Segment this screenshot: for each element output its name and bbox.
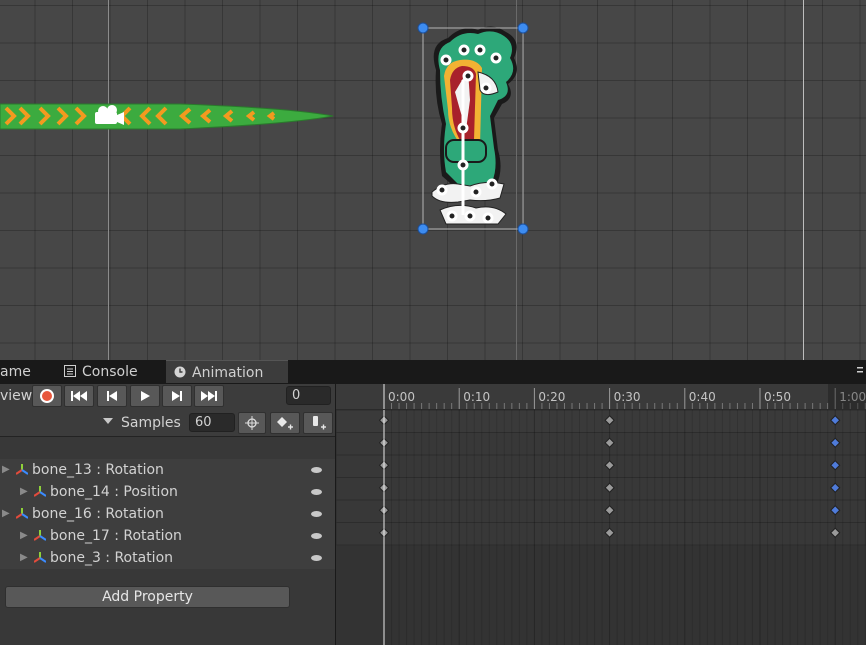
- crosshair-icon: [245, 416, 259, 430]
- tick-label: 0:10: [463, 390, 491, 404]
- panel-menu-icon[interactable]: [856, 363, 864, 379]
- record-icon: [40, 389, 54, 403]
- clock-icon: [174, 366, 186, 378]
- animation-toolbar: view 0: [0, 384, 336, 410]
- tail-sprite[interactable]: [0, 103, 334, 130]
- bone-transform-icon: [16, 508, 28, 519]
- property-row[interactable]: ▶ bone_17 : Rotation: [0, 525, 335, 547]
- tab-console[interactable]: Console: [64, 360, 160, 384]
- bone-transform-icon: [34, 486, 46, 497]
- tick-label: 0:20: [538, 390, 566, 404]
- timeline-end-shade: [828, 384, 866, 409]
- tick-label: 0:50: [764, 390, 791, 404]
- bone-transform-icon: [34, 530, 46, 541]
- expand-arrow-icon[interactable]: ▶: [20, 547, 28, 569]
- tab-game-label: ame: [0, 364, 31, 380]
- expand-arrow-icon[interactable]: ▶: [20, 525, 28, 547]
- samples-input[interactable]: 60: [189, 413, 235, 432]
- visibility-dot-icon[interactable]: [311, 511, 322, 517]
- last-keyframe-button[interactable]: [194, 385, 224, 407]
- property-label: bone_3 : Rotation: [50, 550, 174, 566]
- visibility-dot-icon[interactable]: [311, 467, 322, 473]
- bone-transform-icon: [16, 464, 28, 475]
- keyframe-row: [336, 477, 866, 501]
- property-label: bone_16 : Rotation: [32, 506, 164, 522]
- property-row[interactable]: ▶ bone_13 : Rotation: [0, 459, 335, 481]
- bone-transform-icon: [34, 552, 46, 563]
- visibility-dot-icon[interactable]: [311, 533, 322, 539]
- first-keyframe-icon: [71, 391, 87, 401]
- tick-label: 0:30: [613, 390, 641, 404]
- tab-game[interactable]: ame: [0, 360, 50, 384]
- character-sprite[interactable]: [431, 26, 517, 225]
- play-button[interactable]: [130, 385, 160, 407]
- expand-arrow-icon[interactable]: ▶: [20, 481, 28, 503]
- play-icon: [141, 391, 150, 401]
- last-keyframe-icon: [201, 391, 217, 401]
- property-row[interactable]: ▶ bone_16 : Rotation: [0, 503, 335, 525]
- keyframe-row: [336, 522, 866, 546]
- property-label: bone_14 : Position: [50, 484, 178, 500]
- add-keyframe-button[interactable]: [270, 412, 300, 434]
- tick-label: 0:40: [688, 390, 716, 404]
- next-keyframe-icon: [172, 391, 182, 401]
- visibility-dot-icon[interactable]: [311, 489, 322, 495]
- record-button[interactable]: [32, 385, 62, 407]
- add-keyframe-icon: [277, 417, 293, 430]
- clip-dropdown-arrow-icon[interactable]: [103, 418, 113, 424]
- snap-button[interactable]: [238, 412, 266, 434]
- first-keyframe-button[interactable]: [64, 385, 94, 407]
- property-row[interactable]: ▶ bone_14 : Position: [0, 481, 335, 503]
- scene-graphics: [0, 22, 529, 235]
- expand-arrow-icon[interactable]: ▶: [2, 503, 10, 525]
- preview-toggle[interactable]: view: [0, 387, 32, 405]
- property-list: ▶ bone_13 : Rotation ▶ bone_14 : Positio…: [0, 437, 336, 645]
- tab-animation-label: Animation: [192, 365, 264, 381]
- add-event-icon: [313, 416, 326, 430]
- samples-row: Samples 60: [0, 409, 336, 437]
- prev-keyframe-button[interactable]: [97, 385, 127, 407]
- add-property-button[interactable]: Add Property: [5, 586, 290, 608]
- expand-arrow-icon[interactable]: ▶: [2, 459, 10, 481]
- tab-console-label: Console: [82, 364, 138, 380]
- keyframe-row: [336, 454, 866, 478]
- property-label: bone_13 : Rotation: [32, 462, 164, 478]
- keyframe-row: [336, 432, 866, 456]
- summary-row: [336, 410, 866, 433]
- editor-tab-bar: ame Console Animation: [0, 360, 866, 384]
- scene-view[interactable]: [0, 0, 866, 360]
- console-icon: [64, 365, 76, 377]
- add-event-button[interactable]: [303, 412, 333, 434]
- next-keyframe-button[interactable]: [162, 385, 192, 407]
- visibility-dot-icon[interactable]: [311, 555, 322, 561]
- keyframe-grid[interactable]: [336, 410, 866, 645]
- property-label: bone_17 : Rotation: [50, 528, 182, 544]
- prev-keyframe-icon: [107, 391, 117, 401]
- property-row[interactable]: ▶ bone_3 : Rotation: [0, 547, 335, 569]
- frame-input[interactable]: 0: [286, 386, 331, 405]
- tab-animation[interactable]: Animation: [166, 360, 288, 383]
- keyframe-row: [336, 499, 866, 523]
- samples-label: Samples: [121, 415, 181, 431]
- tick-label: 0:00: [388, 390, 415, 404]
- dopesheet[interactable]: 0:00 0:10 0:20 0:30 0:40 0:50 1:00: [336, 384, 866, 645]
